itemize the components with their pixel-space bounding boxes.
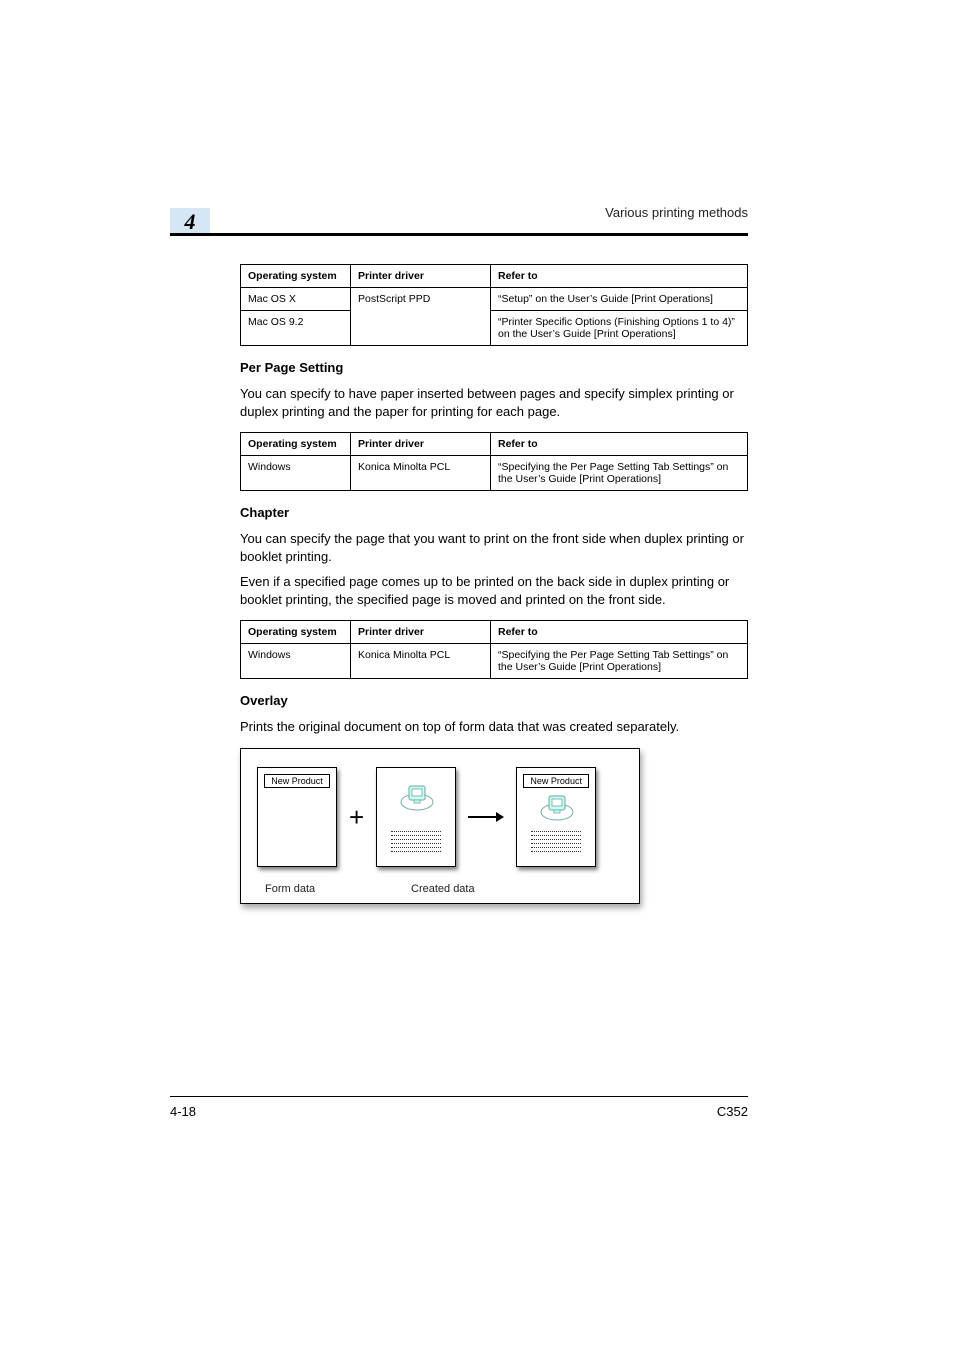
para-overlay: Prints the original document on top of f…: [240, 718, 748, 736]
cell-refer: “Setup” on the User’s Guide [Print Opera…: [491, 288, 748, 311]
para-chapter-2: Even if a specified page comes up to be …: [240, 573, 748, 608]
form-page-label: New Product: [264, 774, 330, 788]
overlay-diagram: New Product +: [240, 748, 640, 904]
diagram-row: New Product +: [257, 767, 623, 867]
table-per-page-setting: Operating system Printer driver Refer to…: [240, 432, 748, 491]
col-refer-header: Refer to: [491, 433, 748, 456]
cell-driver: PostScript PPD: [351, 288, 491, 346]
para-per-page-setting: You can specify to have paper inserted b…: [240, 385, 748, 420]
product-art-icon: [537, 792, 577, 822]
text-lines-icon: [391, 831, 441, 852]
col-driver-header: Printer driver: [351, 433, 491, 456]
cell-refer: “Specifying the Per Page Setting Tab Set…: [491, 644, 748, 679]
cell-os: Mac OS 9.2: [241, 311, 351, 346]
heading-chapter: Chapter: [240, 505, 748, 520]
col-os-header: Operating system: [241, 433, 351, 456]
cell-os: Mac OS X: [241, 288, 351, 311]
col-refer-header: Refer to: [491, 265, 748, 288]
table-row: Windows Konica Minolta PCL “Specifying t…: [241, 644, 748, 679]
col-driver-header: Printer driver: [351, 265, 491, 288]
result-page-label: New Product: [523, 774, 589, 788]
table-chapter: Operating system Printer driver Refer to…: [240, 620, 748, 679]
plus-icon: +: [349, 804, 364, 830]
table-header-row: Operating system Printer driver Refer to: [241, 433, 748, 456]
created-data-page-icon: [376, 767, 456, 867]
col-driver-header: Printer driver: [351, 621, 491, 644]
cell-os: Windows: [241, 644, 351, 679]
table-row: Mac OS X PostScript PPD “Setup” on the U…: [241, 288, 748, 311]
cell-driver: Konica Minolta PCL: [351, 456, 491, 491]
col-os-header: Operating system: [241, 265, 351, 288]
footer-rule: [170, 1096, 748, 1097]
chapter-number-badge: 4: [170, 208, 210, 236]
para-chapter-1: You can specify the page that you want t…: [240, 530, 748, 565]
product-art-icon: [397, 782, 437, 812]
table-header-row: Operating system Printer driver Refer to: [241, 265, 748, 288]
cell-refer: “Specifying the Per Page Setting Tab Set…: [491, 456, 748, 491]
running-header: Various printing methods: [240, 205, 748, 220]
table-row: Windows Konica Minolta PCL “Specifying t…: [241, 456, 748, 491]
table-row: Mac OS 9.2 “Printer Specific Options (Fi…: [241, 311, 748, 346]
running-title: Various printing methods: [605, 205, 748, 220]
caption-form-data: Form data: [265, 883, 315, 895]
col-os-header: Operating system: [241, 621, 351, 644]
table-mac-drivers: Operating system Printer driver Refer to…: [240, 264, 748, 346]
cell-driver: Konica Minolta PCL: [351, 644, 491, 679]
text-lines-icon: [531, 831, 581, 852]
page-body: Operating system Printer driver Refer to…: [240, 252, 748, 904]
heading-overlay: Overlay: [240, 693, 748, 708]
col-refer-header: Refer to: [491, 621, 748, 644]
cell-refer: “Printer Specific Options (Finishing Opt…: [491, 311, 748, 346]
caption-created-data: Created data: [411, 883, 475, 895]
table-header-row: Operating system Printer driver Refer to: [241, 621, 748, 644]
footer-page-number: 4-18: [170, 1104, 196, 1119]
cell-os: Windows: [241, 456, 351, 491]
form-data-page-icon: New Product: [257, 767, 337, 867]
header-rule: [170, 233, 748, 236]
result-page-icon: New Product: [516, 767, 596, 867]
chapter-number: 4: [185, 209, 196, 235]
overlay-diagram-container: New Product +: [240, 748, 748, 904]
arrow-right-icon: [468, 811, 504, 823]
heading-per-page-setting: Per Page Setting: [240, 360, 748, 375]
footer-model: C352: [717, 1104, 748, 1119]
